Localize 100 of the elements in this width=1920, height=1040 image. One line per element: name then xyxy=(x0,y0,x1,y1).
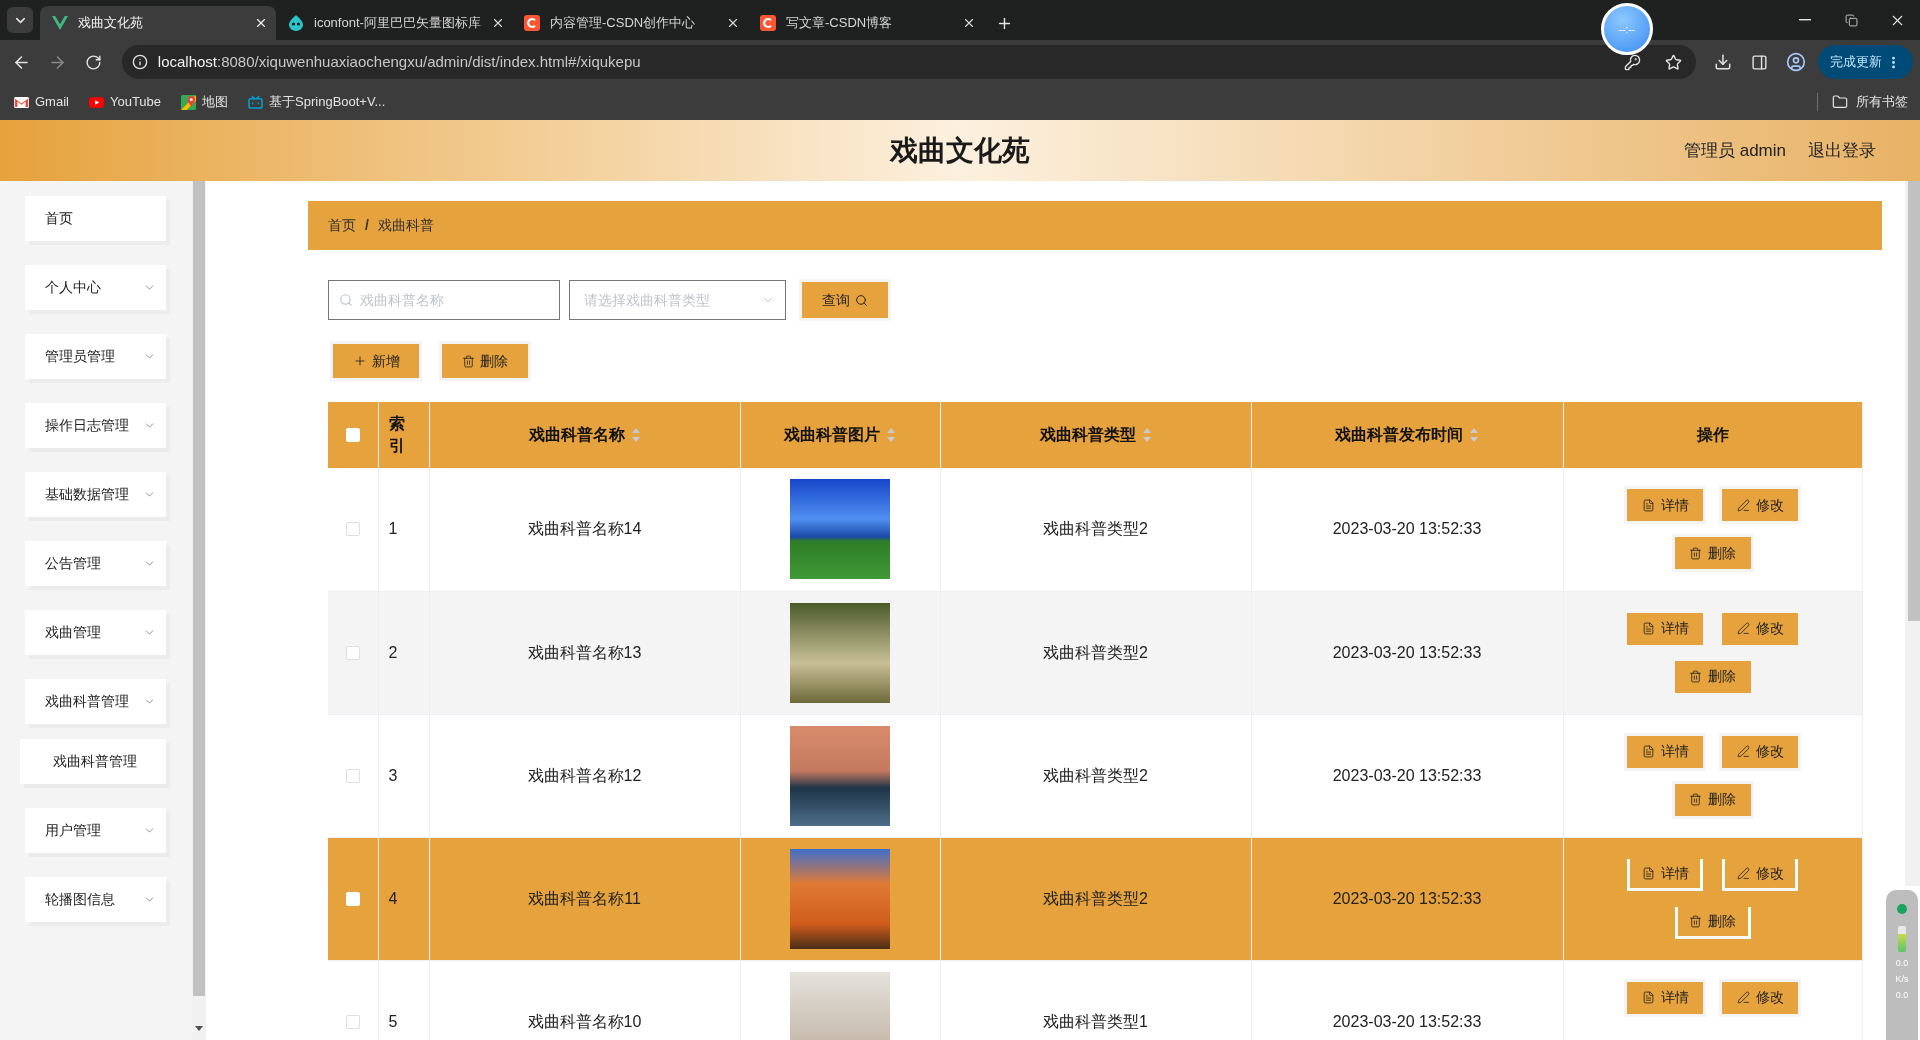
scroll-down-icon[interactable] xyxy=(195,1026,203,1031)
checkbox[interactable] xyxy=(345,522,360,537)
sidebar-scrollbar[interactable] xyxy=(192,181,206,1040)
table-cell: 戏曲科普名称13 xyxy=(429,591,740,714)
close-icon[interactable] xyxy=(726,16,740,30)
table-row[interactable]: 5 戏曲科普名称10 戏曲科普类型1 2023-03-20 13:52:33 详情 修改 xyxy=(328,960,1862,1040)
reload-icon[interactable] xyxy=(84,53,102,71)
delete-button[interactable]: 删除 xyxy=(442,344,528,378)
table-row[interactable]: 2 戏曲科普名称13 戏曲科普类型2 2023-03-20 13:52:33 详情 修改 删除 xyxy=(328,591,1862,714)
document-icon xyxy=(1641,745,1655,758)
edit-button[interactable]: 修改 xyxy=(1722,858,1798,891)
column-header: 操作 xyxy=(1696,425,1729,445)
url-text: localhost:8080/xiquwenhuaxiaochengxu/admin/dist/index.html#/xiqukepu xyxy=(157,51,641,72)
trash-icon xyxy=(462,354,475,368)
detail-button[interactable]: 详情 xyxy=(1627,735,1703,768)
table-cell: 戏曲科普类型2 xyxy=(940,837,1251,960)
close-icon[interactable] xyxy=(254,16,268,30)
download-icon[interactable] xyxy=(1714,53,1733,71)
drop-logo-icon xyxy=(288,15,304,31)
checkbox[interactable] xyxy=(345,1014,360,1029)
table-cell: 戏曲科普名称10 xyxy=(429,960,740,1040)
trash-icon xyxy=(1689,914,1702,928)
document-icon xyxy=(1641,622,1655,635)
browser-tab[interactable]: iconfont-阿里巴巴矢量图标库 xyxy=(276,6,512,40)
c-logo-icon xyxy=(524,15,540,31)
edit-button[interactable]: 修改 xyxy=(1722,612,1798,645)
speed-reading: K/s xyxy=(1895,974,1909,984)
trash-icon xyxy=(1689,670,1702,683)
bookmark[interactable]: YouTube xyxy=(84,88,166,116)
restore-icon xyxy=(1844,13,1858,27)
query-button[interactable]: 查询 xyxy=(802,282,888,318)
delete-button[interactable]: 删除 xyxy=(1674,660,1751,693)
logout-link[interactable]: 退出登录 xyxy=(1808,137,1876,164)
search-icon xyxy=(855,293,868,307)
key-icon[interactable] xyxy=(1624,53,1642,71)
close-icon[interactable] xyxy=(962,16,976,30)
table-cell: 4 xyxy=(378,837,429,960)
bookmark[interactable]: 基于SpringBoot+V... xyxy=(244,88,390,116)
side-panel-icon[interactable] xyxy=(1751,53,1769,71)
bookmark[interactable]: Gmail xyxy=(10,88,73,116)
info-icon[interactable] xyxy=(131,54,148,70)
folder-icon xyxy=(1832,94,1848,110)
envelope-icon xyxy=(14,96,29,108)
ball-text: --:-- xyxy=(1618,22,1636,37)
c-logo-icon xyxy=(760,15,776,31)
detail-button[interactable]: 详情 xyxy=(1627,858,1703,891)
type-select[interactable]: 请选择戏曲科普类型 xyxy=(569,280,786,320)
table-cell: 2023-03-20 13:52:33 xyxy=(1251,960,1563,1040)
browser-tab[interactable]: 写文章-CSDN博客 xyxy=(748,6,984,40)
delete-button[interactable]: 删除 xyxy=(1674,906,1751,939)
add-button[interactable]: 新增 xyxy=(333,344,419,378)
trash-icon xyxy=(1689,546,1702,560)
detail-button[interactable]: 详情 xyxy=(1627,489,1703,522)
page-scrollbar[interactable] xyxy=(1905,181,1920,886)
delete-button[interactable]: 删除 xyxy=(1674,783,1751,816)
table-cell: 戏曲科普名称11 xyxy=(429,837,740,960)
scrollbar-thumb[interactable] xyxy=(193,181,205,996)
map-pin-icon xyxy=(181,94,197,110)
search-icon xyxy=(339,293,353,307)
column-header[interactable]: 戏曲科普图片 xyxy=(784,423,880,447)
browser-tab[interactable]: 戏曲文化苑 xyxy=(40,6,276,40)
column-header: 索引 xyxy=(388,413,405,456)
breadcrumb-link[interactable]: 首页 xyxy=(328,215,356,236)
pen-icon xyxy=(1736,622,1750,635)
all-bookmarks[interactable]: 所有书签 xyxy=(1832,92,1908,112)
bookmark[interactable]: 地图 xyxy=(177,88,233,116)
edit-button[interactable]: 修改 xyxy=(1722,735,1798,768)
detail-button[interactable]: 详情 xyxy=(1627,981,1703,1014)
address-bar[interactable]: localhost:8080/xiquwenhuaxiaochengxu/admin/dist/index.html#/xiqukepu xyxy=(121,45,1697,79)
table-cell: 戏曲科普名称12 xyxy=(429,714,740,837)
plus-icon xyxy=(352,354,367,368)
column-header[interactable]: 戏曲科普类型 xyxy=(1039,423,1136,447)
document-icon xyxy=(1641,498,1655,512)
pen-icon xyxy=(1736,991,1750,1004)
scrollbar-thumb[interactable] xyxy=(1908,181,1920,621)
browser-tab[interactable]: 内容管理-CSDN创作中心 xyxy=(512,6,748,40)
v-logo-icon xyxy=(52,16,68,30)
breadcrumb-separator: / xyxy=(365,216,369,235)
star-icon[interactable] xyxy=(1665,53,1683,71)
checkbox[interactable] xyxy=(345,768,360,783)
document-icon xyxy=(1641,866,1655,880)
table-cell: 2023-03-20 13:52:33 xyxy=(1251,714,1563,837)
breadcrumb-link[interactable]: 戏曲科普 xyxy=(377,215,434,236)
table-row[interactable]: 1 戏曲科普名称14 戏曲科普类型2 2023-03-20 13:52:33 详情 修改 删除 xyxy=(328,468,1862,591)
tab-list-button[interactable] xyxy=(7,7,33,33)
delete-button[interactable]: 删除 xyxy=(1674,537,1751,570)
checkbox[interactable] xyxy=(345,645,360,660)
table-cell: 5 xyxy=(378,960,429,1040)
column-header[interactable]: 戏曲科普发布时间 xyxy=(1335,423,1463,447)
table-row[interactable]: 3 戏曲科普名称12 戏曲科普类型2 2023-03-20 13:52:33 详情 修改 删除 xyxy=(328,714,1862,837)
detail-button[interactable]: 详情 xyxy=(1627,612,1703,645)
profile-icon[interactable] xyxy=(1786,52,1806,72)
search-field[interactable]: 戏曲科普名称 xyxy=(328,280,560,320)
table-row[interactable]: 4 戏曲科普名称11 戏曲科普类型2 2023-03-20 13:52:33 详情 修改 删除 xyxy=(328,837,1862,960)
edit-button[interactable]: 修改 xyxy=(1722,489,1798,522)
update-button[interactable]: 完成更新 xyxy=(1818,45,1913,79)
minimize-icon xyxy=(1799,19,1811,21)
column-header[interactable]: 戏曲科普名称 xyxy=(528,423,625,447)
table-cell: 1 xyxy=(378,468,429,591)
edit-button[interactable]: 修改 xyxy=(1722,981,1798,1014)
